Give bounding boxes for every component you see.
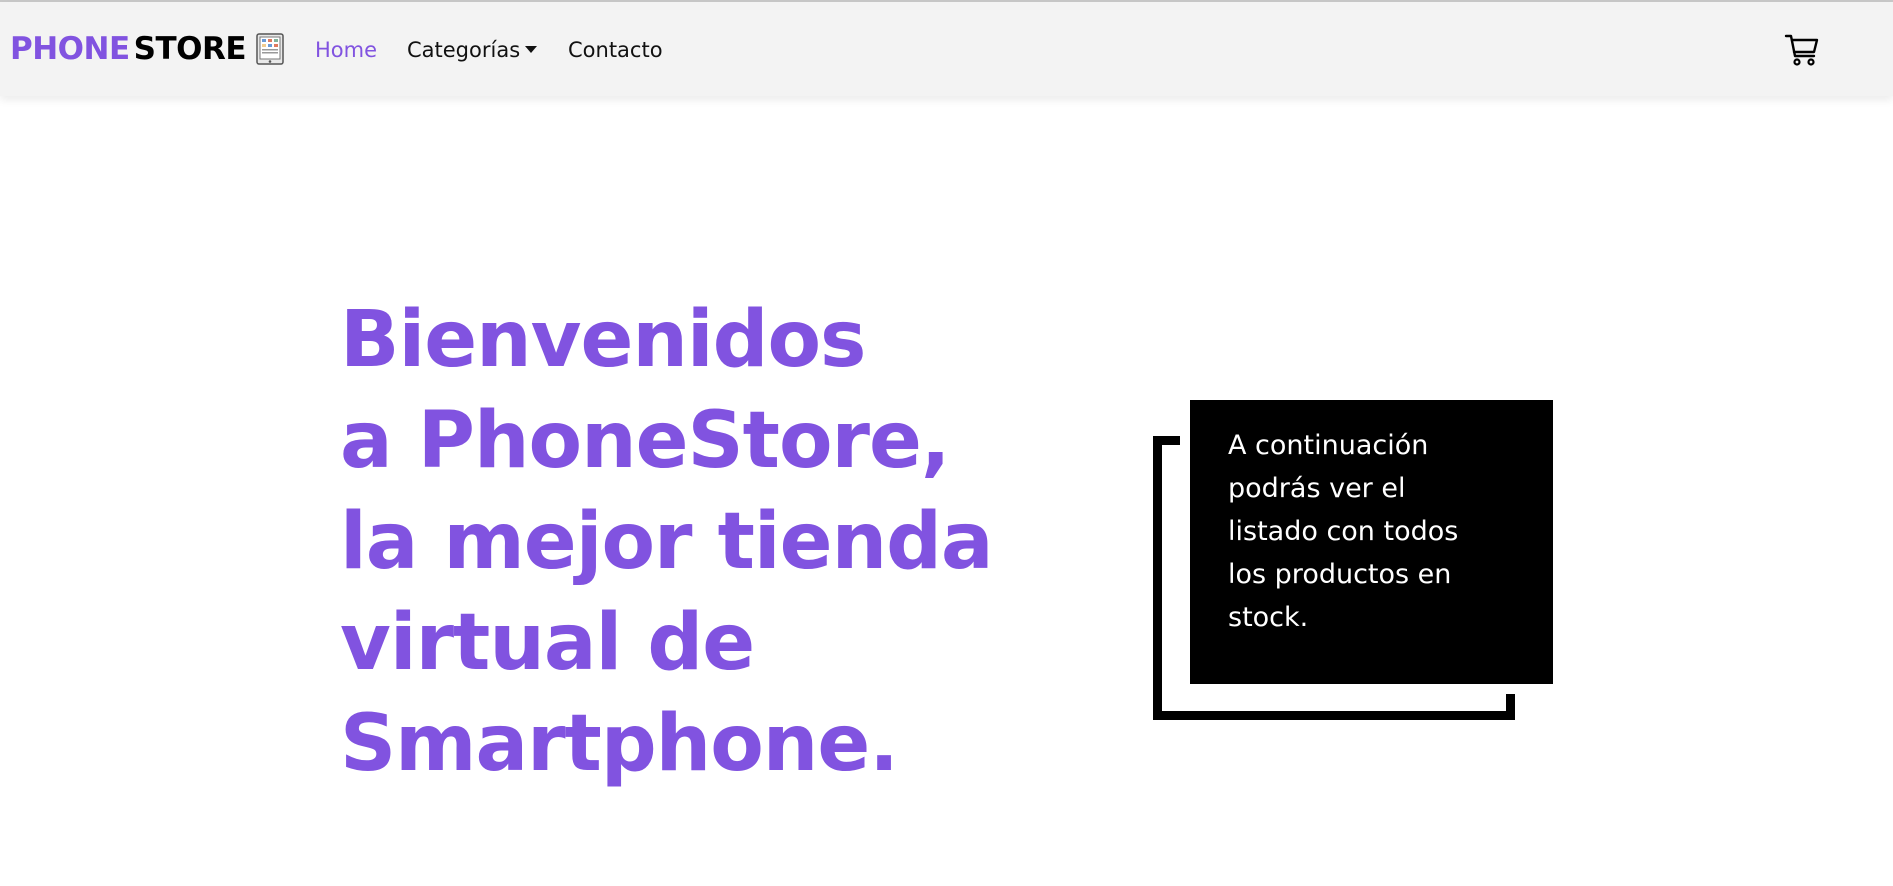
navbar: PHONE STORE Home Categorías Contacto: [0, 2, 1893, 96]
caret-down-icon: [525, 45, 538, 53]
frame-right-bar: [1506, 694, 1515, 720]
hero-title-line: Smartphone.: [340, 699, 899, 789]
frame-left-bar: [1153, 436, 1162, 720]
info-text-line: A continuación: [1228, 430, 1429, 461]
cart-icon[interactable]: [1784, 32, 1820, 68]
brand-phone-text: PHONE: [10, 31, 130, 67]
hero-title-line: virtual de: [340, 598, 755, 688]
frame-top-bar: [1153, 436, 1180, 445]
nav-categories-label: Categorías: [407, 38, 521, 62]
hero-title-line: a PhoneStore,: [340, 396, 951, 486]
info-text-line: podrás ver el: [1228, 473, 1406, 504]
brand-store-text: STORE: [133, 31, 247, 67]
hero-title: Bienvenidos a PhoneStore, la mejor tiend…: [340, 290, 994, 795]
info-text: A continuación podrás ver el listado con…: [1228, 424, 1523, 639]
info-box: A continuación podrás ver el listado con…: [1190, 400, 1553, 684]
hero-title-line: la mejor tienda: [340, 497, 994, 587]
frame-bottom-bar: [1153, 711, 1515, 720]
nav-contact-link[interactable]: Contacto: [568, 38, 663, 62]
info-text-line: listado con todos: [1228, 516, 1459, 547]
info-text-line: los productos en: [1228, 559, 1452, 590]
nav-home-link[interactable]: Home: [315, 38, 377, 62]
tablet-icon: [256, 33, 284, 65]
nav-categories-dropdown[interactable]: Categorías: [407, 38, 538, 62]
info-text-line: stock.: [1228, 602, 1309, 633]
hero-title-line: Bienvenidos: [340, 295, 866, 385]
brand-logo[interactable]: PHONE STORE: [10, 31, 284, 67]
